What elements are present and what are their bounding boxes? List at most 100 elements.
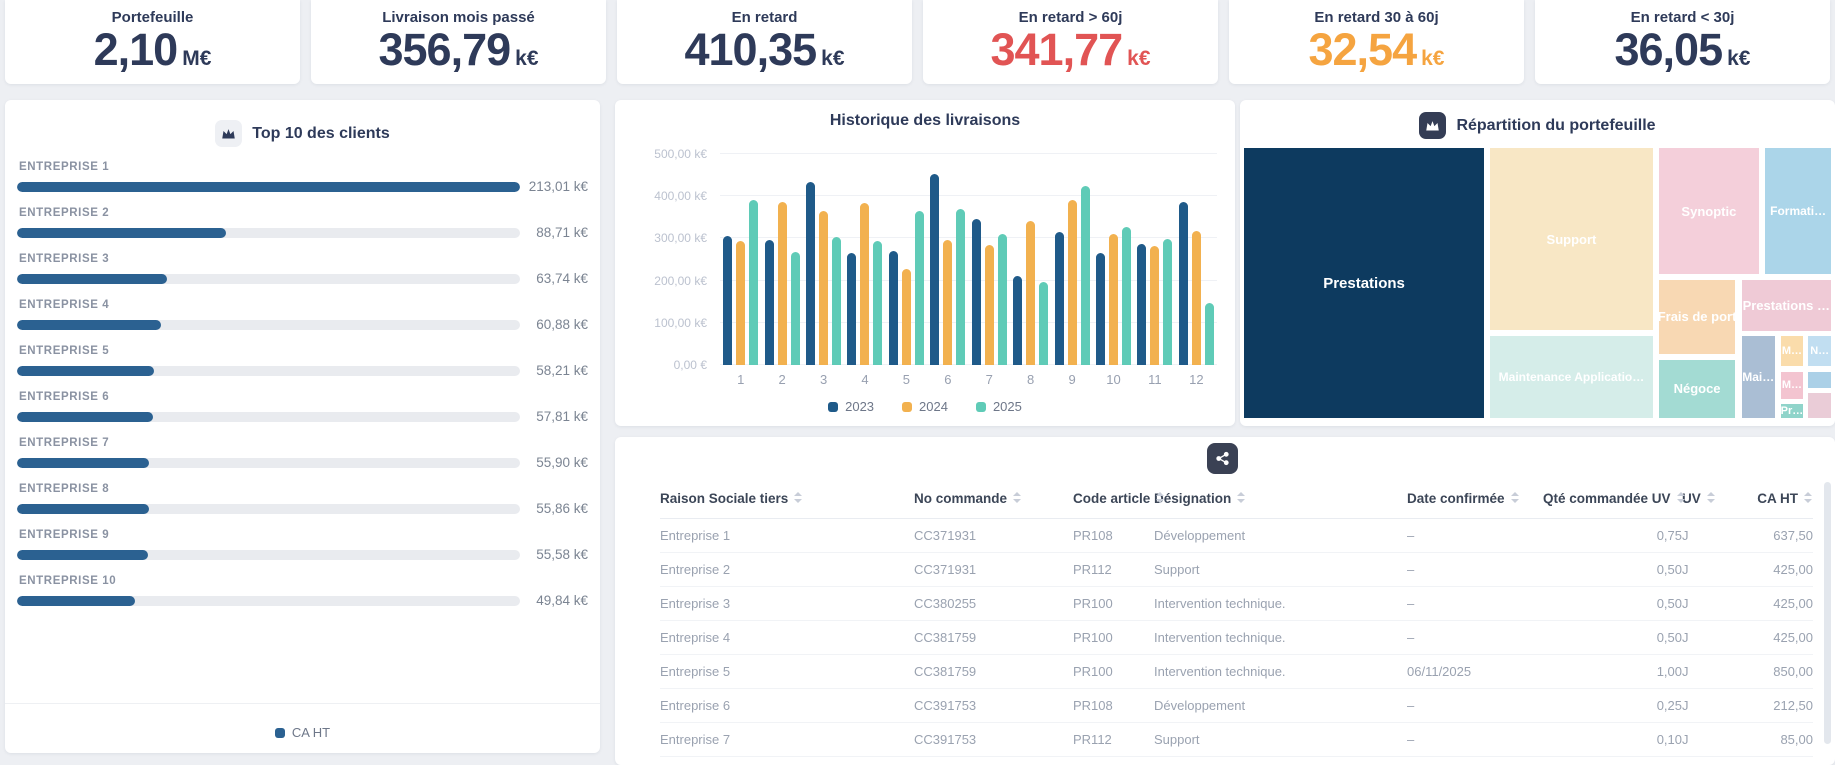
sort-icon[interactable] xyxy=(1707,492,1716,503)
bar-2025[interactable] xyxy=(791,252,800,365)
bar-2023[interactable] xyxy=(723,236,732,365)
sort-icon[interactable] xyxy=(1237,492,1246,503)
client-bar-row[interactable]: ENTREPRISE 657,81 k€ xyxy=(17,391,588,424)
column-header[interactable]: Date confirmée xyxy=(1407,481,1543,519)
bar-group[interactable] xyxy=(1093,227,1134,365)
bar-2024[interactable] xyxy=(985,245,994,365)
bar-2025[interactable] xyxy=(915,211,924,366)
table-scrollbar[interactable] xyxy=(1824,482,1831,744)
bar-2024[interactable] xyxy=(1109,234,1118,365)
client-bar-row[interactable]: ENTREPRISE 855,86 k€ xyxy=(17,483,588,516)
legend-item-2023[interactable]: 2023 xyxy=(828,399,874,414)
bar-group[interactable] xyxy=(1176,202,1217,365)
treemap-tile[interactable]: Frais de port xyxy=(1657,278,1737,356)
column-header[interactable]: CA HT xyxy=(1725,481,1813,519)
bar-2023[interactable] xyxy=(765,240,774,365)
treemap-tile[interactable]: Mai… xyxy=(1740,334,1777,420)
export-button[interactable] xyxy=(1207,443,1238,474)
client-bar-row[interactable]: ENTREPRISE 955,58 k€ xyxy=(17,529,588,562)
treemap-tile[interactable]: Support xyxy=(1488,146,1654,332)
bar-2024[interactable] xyxy=(778,202,787,365)
table-row[interactable]: Entreprise 5CC381759PR100Intervention te… xyxy=(660,655,1813,689)
client-bar-row[interactable]: ENTREPRISE 288,71 k€ xyxy=(17,207,588,240)
bar-2025[interactable] xyxy=(956,209,965,365)
bar-2024[interactable] xyxy=(1192,231,1201,365)
bar-2025[interactable] xyxy=(998,234,1007,365)
bar-2023[interactable] xyxy=(1013,276,1022,365)
bar-2024[interactable] xyxy=(860,203,869,365)
bar-2024[interactable] xyxy=(736,241,745,365)
bar-2023[interactable] xyxy=(1055,232,1064,365)
legend-item-ca-ht[interactable]: CA HT xyxy=(275,725,330,740)
bar-group[interactable] xyxy=(761,202,802,365)
treemap-tile[interactable]: Pr… xyxy=(1779,402,1804,420)
bar-2025[interactable] xyxy=(832,237,841,365)
legend-item-2025[interactable]: 2025 xyxy=(976,399,1022,414)
client-bar-row[interactable]: ENTREPRISE 1049,84 k€ xyxy=(17,575,588,608)
bar-2023[interactable] xyxy=(806,182,815,365)
column-header[interactable]: UV xyxy=(1682,481,1725,519)
table-row[interactable]: Entreprise 3CC380255PR100Intervention te… xyxy=(660,587,1813,621)
bar-2023[interactable] xyxy=(930,174,939,365)
client-bar-row[interactable]: ENTREPRISE 363,74 k€ xyxy=(17,253,588,286)
column-header[interactable]: Désignation xyxy=(1154,481,1407,519)
bar-2023[interactable] xyxy=(1096,253,1105,365)
treemap-tile[interactable]: Formati… xyxy=(1763,146,1833,276)
treemap-tile[interactable]: Synoptic xyxy=(1657,146,1761,276)
table-row[interactable]: Entreprise 2CC371931PR112Support–0,50J42… xyxy=(660,553,1813,587)
bar-group[interactable] xyxy=(886,211,927,366)
treemap-tile[interactable] xyxy=(1806,370,1833,390)
client-bar-row[interactable]: ENTREPRISE 460,88 k€ xyxy=(17,299,588,332)
column-header[interactable]: Qté commandée UV xyxy=(1543,481,1682,519)
treemap-tile[interactable] xyxy=(1806,391,1833,420)
sort-icon[interactable] xyxy=(1156,492,1165,503)
bar-2024[interactable] xyxy=(1068,200,1077,365)
bar-2024[interactable] xyxy=(819,211,828,366)
bar-2025[interactable] xyxy=(749,200,758,365)
treemap-tile[interactable]: N… xyxy=(1806,334,1833,368)
legend-item-2024[interactable]: 2024 xyxy=(902,399,948,414)
treemap-tile[interactable]: M… xyxy=(1779,334,1804,368)
table-row[interactable]: Entreprise 1CC371931PR108Développement–0… xyxy=(660,519,1813,553)
table-row[interactable]: Entreprise 6CC391753PR108Développement–0… xyxy=(660,689,1813,723)
sort-icon[interactable] xyxy=(1677,492,1686,503)
bar-group[interactable] xyxy=(1051,186,1092,365)
table-row[interactable]: Entreprise 4CC381759PR100Intervention te… xyxy=(660,621,1813,655)
column-header[interactable]: Raison Sociale tiers xyxy=(660,481,914,519)
bar-2025[interactable] xyxy=(1163,239,1172,365)
client-bar-row[interactable]: ENTREPRISE 755,90 k€ xyxy=(17,437,588,470)
bar-2023[interactable] xyxy=(889,251,898,365)
bar-2025[interactable] xyxy=(873,241,882,365)
treemap-tile[interactable]: Prestations … xyxy=(1740,278,1833,333)
bar-2023[interactable] xyxy=(972,219,981,365)
bar-group[interactable] xyxy=(720,200,761,365)
bar-2025[interactable] xyxy=(1039,282,1048,365)
bar-group[interactable] xyxy=(969,219,1010,365)
bar-2024[interactable] xyxy=(943,240,952,365)
column-header[interactable]: No commande xyxy=(914,481,1073,519)
client-bar-row[interactable]: ENTREPRISE 558,21 k€ xyxy=(17,345,588,378)
bar-group[interactable] xyxy=(927,174,968,365)
bar-2024[interactable] xyxy=(1026,221,1035,365)
treemap-tile[interactable]: M… xyxy=(1779,370,1804,401)
bar-2023[interactable] xyxy=(847,253,856,365)
bar-2024[interactable] xyxy=(902,269,911,365)
client-bar-row[interactable]: ENTREPRISE 1213,01 k€ xyxy=(17,161,588,194)
sort-icon[interactable] xyxy=(794,492,803,503)
bar-group[interactable] xyxy=(1010,221,1051,365)
sort-icon[interactable] xyxy=(1804,492,1813,503)
bar-2023[interactable] xyxy=(1179,202,1188,365)
bar-group[interactable] xyxy=(1134,239,1175,365)
treemap-tile[interactable]: Prestations xyxy=(1242,146,1486,420)
bar-2025[interactable] xyxy=(1205,303,1214,365)
bar-group[interactable] xyxy=(803,182,844,365)
bar-2025[interactable] xyxy=(1122,227,1131,365)
sort-icon[interactable] xyxy=(1511,492,1520,503)
treemap-tile[interactable]: Maintenance Applicatio… xyxy=(1488,334,1654,420)
bar-group[interactable] xyxy=(844,203,885,365)
sort-icon[interactable] xyxy=(1013,492,1022,503)
column-header[interactable]: Code article xyxy=(1073,481,1154,519)
bar-2023[interactable] xyxy=(1137,244,1146,365)
treemap-tile[interactable]: Négoce xyxy=(1657,358,1737,420)
table-row[interactable]: Entreprise 7CC391753PR112Support–0,10J85… xyxy=(660,723,1813,757)
